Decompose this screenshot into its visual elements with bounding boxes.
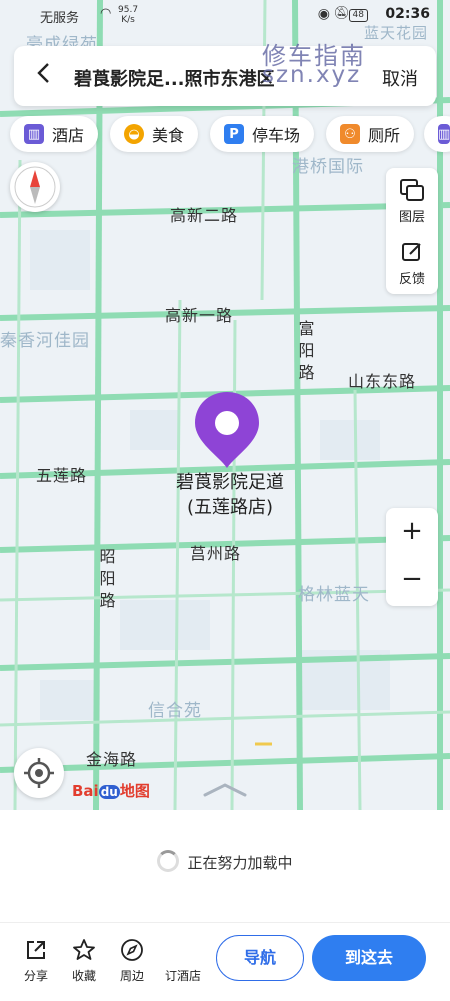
loading-text: 正在努力加载中 [187,854,293,872]
net-speed-value: 95.7 [118,5,139,15]
map-label-gelin: 格林蓝天 [298,585,370,605]
net-speed-unit: K/s [121,15,135,25]
wifi-icon: ◠ [100,6,112,21]
star-icon [73,939,95,960]
map-label-gangqiao: 港桥国际 [292,157,364,177]
hotel-icon: ▥ [438,124,450,144]
chip-label: 酒店 [52,126,85,145]
go-here-button[interactable]: 到这去 [312,935,426,981]
nearby-button[interactable]: 周边 [110,937,154,984]
logo-du: du [98,785,120,799]
chip-parking[interactable]: P 停车场 [210,116,315,152]
favorite-label: 收藏 [71,969,96,983]
favorite-button[interactable]: 收藏 [62,937,106,984]
book-hotel-button[interactable]: 订酒店 [160,937,206,984]
feedback-label: 反馈 [398,272,425,287]
locate-button[interactable] [14,748,64,798]
chip-label: 厕所 [368,126,401,145]
zoom-out-button[interactable]: − [386,564,438,594]
zoom-in-button[interactable]: + [386,516,438,546]
compass-icon [14,166,56,208]
location-pin-icon [195,392,259,468]
map-label-xianghe: 秦香河佳园 [0,331,90,351]
parking-icon: P [224,124,244,144]
cancel-button[interactable]: 取消 [382,65,418,91]
layers-icon [400,179,424,201]
map-label-xinhe: 信合苑 [148,701,202,721]
feedback-edit-icon [402,243,421,261]
loading-indicator: 正在努力加载中 [0,850,450,873]
compass-button[interactable] [10,162,60,212]
map-label-juzhou: 莒州路 [190,544,242,563]
map-label-jinhai: 金海路 [86,750,138,769]
layers-label: 图层 [398,210,425,225]
spinner-icon [157,850,180,872]
hotel-icon: ▥ [24,124,44,144]
share-label: 分享 [23,969,48,983]
locate-crosshair-icon [24,758,54,788]
eye-icon: ◉ [317,6,330,22]
baidu-map-logo: Bai du 地图 [72,780,150,801]
food-icon: ◒ [124,124,144,144]
search-title[interactable]: 碧莨影院足...照市东港区 [74,65,275,91]
navigate-button[interactable]: 导航 [216,935,304,981]
mute-bell-icon: 🔕︎ [333,6,350,21]
chip-label: 停车场 [252,126,301,145]
search-bar[interactable]: 碧莨影院足...照市东港区 取消 [14,46,436,106]
watermark-url: szn.xyz [262,62,362,88]
map-label-zhaoyang: 昭阳路 [99,547,117,610]
nearby-label: 周边 [119,969,144,983]
map-label-shandongdong: 山东东路 [348,372,417,391]
share-button[interactable]: 分享 [14,937,58,984]
back-chevron-icon[interactable] [36,62,50,90]
map-side-panel: 图层 反馈 [386,168,438,294]
net-speed: 95.7 K/s [118,5,138,25]
logo-ditu: 地图 [119,782,150,800]
poi-name: 碧莨影院足道 [176,472,284,493]
logo-bai: Bai [72,782,99,800]
chip-food[interactable]: ◒ 美食 [110,116,199,152]
layers-button[interactable]: 图层 [386,178,438,225]
share-icon [27,941,45,959]
chip-hotel[interactable]: ▥ 酒店 [10,116,99,152]
chip-toilet[interactable]: ⚇ 厕所 [326,116,415,152]
zoom-control: + − [386,508,438,606]
chip-label: 美食 [152,126,185,145]
map-label-gaoxin1: 高新一路 [165,306,234,325]
clock: 02:36 [385,6,430,22]
status-bar: 无服务 95.7 K/s ◠ ◉ 🔕︎ 48 02:36 [0,0,450,32]
carrier-text: 无服务 [40,11,80,26]
map-label-gaoxin2: 高新二路 [170,206,239,225]
map-label-wulian: 五莲路 [36,466,88,485]
poi-branch: (五莲路店) [186,497,274,518]
battery-icon: 48 [348,9,368,22]
map-label-fuyang: 富阳路 [298,319,316,382]
sheet-expand-chevron-icon[interactable] [202,782,248,802]
category-chips: ▥ 酒店 ◒ 美食 P 停车场 ⚇ 厕所 ▥ [0,116,450,154]
compass-nearby-icon [121,939,143,961]
feedback-button[interactable]: 反馈 [386,240,438,287]
toilet-icon: ⚇ [340,124,360,144]
book-hotel-label: 订酒店 [164,969,201,983]
bottom-action-bar: 分享 收藏 周边 订酒店 导航 到这去 [0,922,450,1001]
chip-more[interactable]: ▥ [424,116,450,152]
poi-label[interactable]: 碧莨影院足道 (五莲路店) [150,470,310,520]
